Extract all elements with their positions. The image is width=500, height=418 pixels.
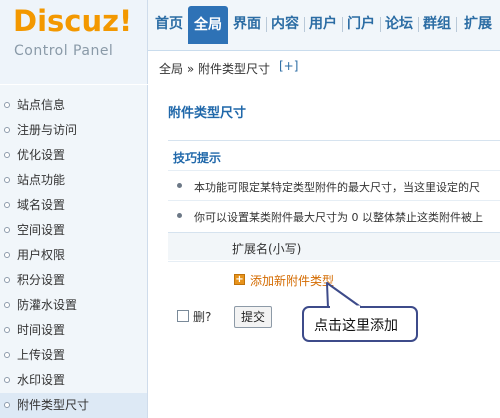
sidebar-item-label: 水印设置 (17, 373, 66, 387)
bullet-icon (177, 213, 182, 218)
nav-separator (266, 17, 267, 32)
bullet-icon (4, 252, 10, 258)
sidebar-item-optimize[interactable]: 优化设置 (0, 143, 147, 168)
sidebar-item-upload[interactable]: 上传设置 (0, 343, 147, 368)
add-attachment-type-link[interactable]: 添加新附件类型 (250, 272, 334, 289)
nav-forum[interactable]: 论坛 (382, 8, 416, 40)
sidebar: 站点信息 注册与访问 优化设置 站点功能 域名设置 空间设置 用户权限 积分设置… (0, 85, 148, 418)
sidebar-item-attachment-size[interactable]: 附件类型尺寸 (0, 393, 147, 418)
sidebar-item-label: 空间设置 (17, 223, 66, 237)
nav-interface[interactable]: 界面 (230, 8, 264, 40)
breadcrumb: 全局 » 附件类型尺寸 [+] (148, 50, 500, 84)
nav-group[interactable]: 群组 (420, 8, 454, 40)
tips-header: 技巧提示 (168, 140, 500, 170)
breadcrumb-text: 全局 » 附件类型尺寸 (159, 62, 270, 76)
logo-sub-text: Control Panel (14, 43, 114, 59)
plus-icon[interactable]: + (234, 274, 245, 285)
header: Discuz! Control Panel 首页 全局 界面 内容 用户 门户 … (0, 0, 500, 84)
bullet-icon (4, 277, 10, 283)
add-shortcut-link[interactable]: [+] (279, 59, 298, 73)
sidebar-item-space[interactable]: 空间设置 (0, 218, 147, 243)
sidebar-item-label: 站点信息 (17, 98, 66, 112)
tip-item: 本功能可限定某特定类型附件的最大尺寸，当这里设定的尺 (168, 170, 500, 200)
nav-global[interactable]: 全局 (188, 6, 228, 44)
tip-item: 你可以设置某类附件最大尺寸为 0 以整体禁止这类附件被上 (168, 200, 500, 230)
bullet-icon (4, 377, 10, 383)
sidebar-item-label: 站点功能 (17, 173, 66, 187)
sidebar-item-label: 上传设置 (17, 348, 66, 362)
sidebar-item-label: 附件类型尺寸 (17, 398, 90, 412)
sidebar-item-credits[interactable]: 积分设置 (0, 268, 147, 293)
bullet-icon (4, 102, 10, 108)
page-title: 附件类型尺寸 (168, 106, 247, 121)
bullet-icon (4, 352, 10, 358)
delete-label: 删? (193, 310, 212, 324)
bullet-icon (4, 402, 10, 408)
nav-home[interactable]: 首页 (152, 8, 186, 40)
main-content: 附件类型尺寸 技巧提示 本功能可限定某特定类型附件的最大尺寸，当这里设定的尺 你… (149, 85, 500, 418)
callout-box: 点击这里添加 (302, 306, 418, 342)
nav-separator (342, 17, 343, 32)
sidebar-item-site-info[interactable]: 站点信息 (0, 93, 147, 118)
callout-text: 点击这里添加 (314, 318, 398, 334)
nav-extend[interactable]: 扩展 (458, 8, 498, 40)
bullet-icon (177, 183, 182, 188)
sidebar-item-register[interactable]: 注册与访问 (0, 118, 147, 143)
top-nav: 首页 全局 界面 内容 用户 门户 论坛 群组 扩展 (148, 6, 500, 44)
delete-checkbox[interactable] (177, 310, 189, 322)
sidebar-item-label: 优化设置 (17, 148, 66, 162)
nav-separator (380, 17, 381, 32)
nav-portal[interactable]: 门户 (344, 8, 378, 40)
nav-user[interactable]: 用户 (306, 8, 340, 40)
sidebar-item-features[interactable]: 站点功能 (0, 168, 147, 193)
nav-content[interactable]: 内容 (268, 8, 302, 40)
bullet-icon (4, 302, 10, 308)
logo: Discuz! Control Panel (0, 0, 148, 84)
nav-separator (456, 17, 457, 32)
bullet-icon (4, 227, 10, 233)
sidebar-item-permissions[interactable]: 用户权限 (0, 243, 147, 268)
tip-text: 你可以设置某类附件最大尺寸为 0 以整体禁止这类附件被上 (194, 211, 483, 224)
sidebar-item-label: 注册与访问 (17, 123, 78, 137)
bullet-icon (4, 152, 10, 158)
submit-button[interactable]: 提交 (234, 306, 272, 328)
sidebar-item-antispam[interactable]: 防灌水设置 (0, 293, 147, 318)
bullet-icon (4, 327, 10, 333)
sidebar-item-label: 时间设置 (17, 323, 66, 337)
tips-title: 技巧提示 (173, 151, 222, 165)
tip-text: 本功能可限定某特定类型附件的最大尺寸，当这里设定的尺 (194, 181, 480, 194)
sidebar-item-time[interactable]: 时间设置 (0, 318, 147, 343)
bullet-icon (4, 127, 10, 133)
sidebar-item-label: 用户权限 (17, 248, 66, 262)
logo-main-text: Discuz! (13, 4, 133, 38)
nav-separator (304, 17, 305, 32)
nav-separator (418, 17, 419, 32)
column-extension-header: 扩展名(小写) (232, 242, 302, 256)
sidebar-item-label: 积分设置 (17, 273, 66, 287)
sidebar-item-label: 防灌水设置 (17, 298, 78, 312)
table-header: 扩展名(小写) (168, 232, 500, 260)
sidebar-item-domain[interactable]: 域名设置 (0, 193, 147, 218)
bullet-icon (4, 202, 10, 208)
bullet-icon (4, 177, 10, 183)
add-row: + 添加新附件类型 (168, 261, 500, 295)
sidebar-item-label: 域名设置 (17, 198, 66, 212)
sidebar-item-watermark[interactable]: 水印设置 (0, 368, 147, 393)
